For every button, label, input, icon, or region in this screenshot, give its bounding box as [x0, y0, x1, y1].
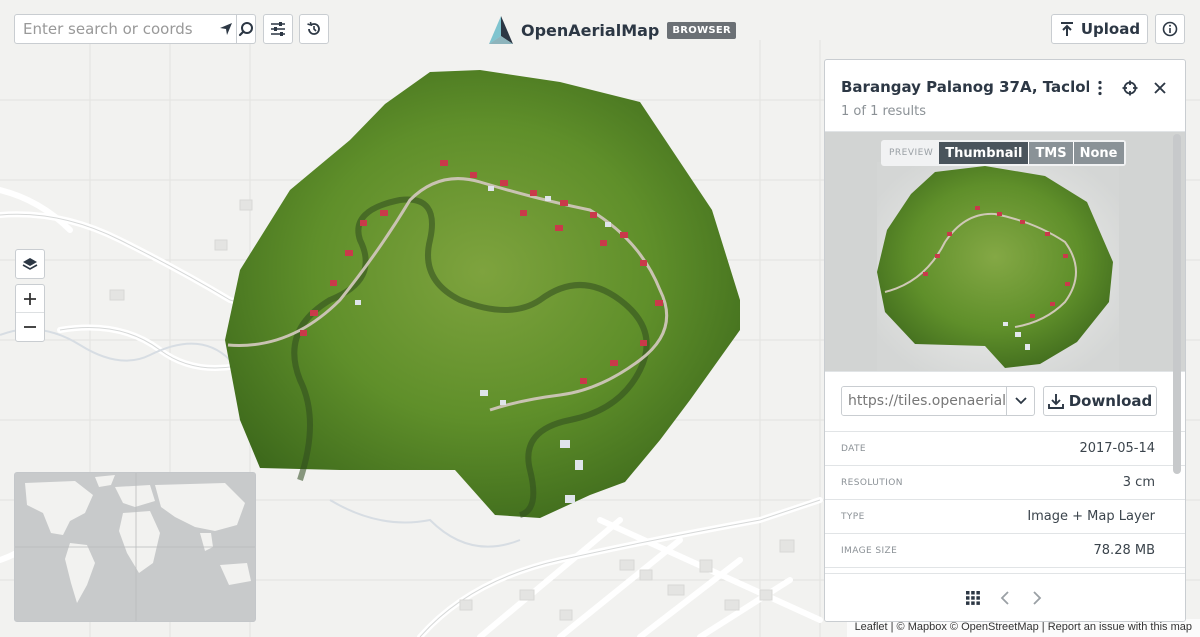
brand[interactable]: OpenAerialMap BROWSER [487, 14, 737, 46]
panel-scrollbar[interactable] [1173, 132, 1181, 572]
panel-header: Barangay Palanog 37A, Tacloba... 1 of 1 … [825, 60, 1185, 132]
scrollbar-thumb[interactable] [1173, 134, 1181, 474]
meta-row-resolution: RESOLUTION 3 cm [825, 466, 1185, 500]
plus-icon [24, 292, 36, 305]
search-input[interactable] [15, 15, 217, 43]
tile-url-field [841, 386, 1035, 416]
filter-button[interactable] [263, 14, 293, 44]
brand-name: OpenAerialMap [521, 20, 660, 40]
panel-actions [1087, 76, 1173, 100]
history-button[interactable] [299, 14, 329, 44]
chevron-right-icon [1033, 590, 1042, 605]
search-icon [238, 22, 253, 37]
meta-value: 2017-05-14 [1079, 441, 1155, 456]
chevron-left-icon [1000, 590, 1009, 605]
zoom-to-result-button[interactable] [1117, 76, 1143, 100]
meta-row-date: DATE 2017-05-14 [825, 432, 1185, 466]
previous-result-button[interactable] [996, 589, 1014, 607]
close-panel-button[interactable] [1147, 76, 1173, 100]
world-minimap[interactable] [14, 472, 256, 622]
meta-row-type: TYPE Image + Map Layer [825, 500, 1185, 534]
url-row: Download [825, 372, 1185, 432]
chevron-down-icon [1014, 397, 1027, 405]
download-label: Download [1068, 392, 1153, 410]
next-result-button[interactable] [1028, 589, 1046, 607]
preview-option-thumbnail[interactable]: Thumbnail [939, 142, 1029, 164]
meta-key: TYPE [841, 511, 865, 522]
more-options-button[interactable] [1087, 76, 1113, 100]
tile-url-input[interactable] [842, 387, 1006, 415]
panel-footer [825, 573, 1185, 621]
download-button[interactable]: Download [1043, 386, 1157, 416]
result-title: Barangay Palanog 37A, Tacloba... [841, 78, 1089, 96]
layers-button[interactable] [15, 249, 45, 279]
info-button[interactable] [1155, 14, 1185, 44]
download-icon [1047, 394, 1064, 409]
openaerialmap-logo-icon [489, 16, 513, 44]
preview-toggle: PREVIEW Thumbnail TMS None [881, 140, 1126, 166]
url-options-dropdown[interactable] [1006, 387, 1034, 415]
history-icon [307, 21, 320, 35]
upload-label: Upload [1080, 20, 1141, 38]
sliders-icon [271, 22, 285, 36]
upload-button[interactable]: Upload [1051, 14, 1148, 44]
preview-option-none[interactable]: None [1072, 142, 1124, 164]
locate-icon[interactable] [217, 15, 236, 43]
result-count: 1 of 1 results [841, 104, 927, 119]
info-icon [1162, 21, 1178, 37]
grid-icon [966, 590, 980, 605]
meta-row-image-size: IMAGE SIZE 78.28 MB [825, 534, 1185, 568]
meta-value: Image + Map Layer [1027, 509, 1155, 524]
meta-key: IMAGE SIZE [841, 545, 898, 556]
browser-badge: BROWSER [667, 21, 737, 39]
close-icon [1154, 82, 1166, 94]
preview-area: PREVIEW Thumbnail TMS None [825, 132, 1185, 372]
kebab-menu-icon [1098, 80, 1102, 96]
zoom-control [15, 284, 45, 342]
result-panel: Barangay Palanog 37A, Tacloba... 1 of 1 … [824, 59, 1186, 622]
thumbnail-image [825, 132, 1185, 371]
minus-icon [24, 326, 36, 328]
zoom-in-button[interactable] [16, 285, 44, 313]
layers-icon [22, 258, 38, 270]
search-box [14, 14, 256, 44]
preview-option-tms[interactable]: TMS [1028, 142, 1073, 164]
preview-label: PREVIEW [889, 148, 934, 158]
meta-value: 3 cm [1122, 475, 1155, 490]
meta-value: 78.28 MB [1093, 543, 1155, 558]
grid-view-button[interactable] [964, 589, 982, 607]
search-button[interactable] [235, 15, 255, 43]
zoom-out-button[interactable] [16, 313, 44, 341]
crosshair-icon [1122, 80, 1138, 96]
meta-key: RESOLUTION [841, 477, 903, 488]
upload-icon [1060, 22, 1073, 36]
meta-key: DATE [841, 443, 867, 454]
